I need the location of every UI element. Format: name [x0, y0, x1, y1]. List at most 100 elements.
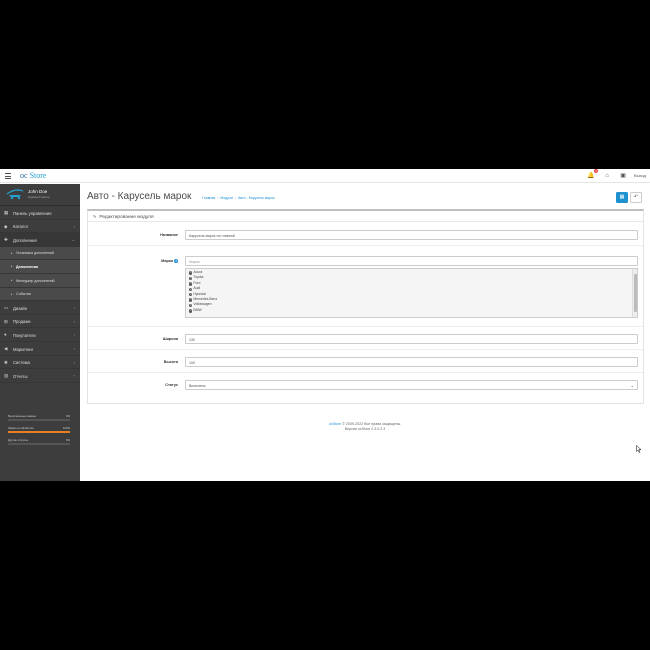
- stat-item: Другие статусы 0%: [7, 438, 71, 450]
- back-button[interactable]: ↶: [630, 192, 642, 203]
- stat-label: Заказы в обработке: [8, 426, 34, 430]
- name-label: Название: [160, 233, 178, 237]
- chevron-down-icon: ⌄: [630, 383, 634, 388]
- sidebar-item-8[interactable]: ▭ Дизайн ›: [0, 301, 80, 315]
- remove-icon[interactable]: ×: [189, 292, 193, 297]
- save-button[interactable]: ▦: [616, 192, 628, 203]
- bell-icon[interactable]: 🔔 1: [586, 169, 599, 181]
- remove-icon[interactable]: ×: [189, 271, 193, 275]
- progress-bar: [8, 431, 70, 433]
- logo-prefix: oc: [20, 171, 28, 180]
- sidebar-item-label: Каталог: [13, 224, 29, 230]
- progress-bar: [8, 419, 70, 421]
- remove-icon[interactable]: ×: [189, 298, 193, 302]
- chevron-icon: ›: [73, 305, 75, 311]
- height-row: Высота 100: [88, 351, 643, 373]
- progress-bar: [8, 443, 70, 445]
- sidebar-item-4[interactable]: ▸ Установка дополнений: [0, 246, 80, 261]
- sidebar-item-11[interactable]: ◀ Маркетинг ›: [0, 342, 80, 356]
- sidebar-item-label: Дополнения: [13, 237, 37, 243]
- remove-icon[interactable]: ×: [189, 303, 193, 308]
- cart-icon: ⊞: [4, 318, 8, 324]
- scrollbar-thumb[interactable]: [634, 274, 637, 312]
- sidebar-item-12[interactable]: ✱ Система ›: [0, 356, 80, 370]
- sidebar-item-label: Дополнения: [16, 264, 39, 269]
- footer-copyright: © 2009-2022 Все права защищены.: [341, 422, 402, 426]
- page-header: Авто - Карусель марок Главная › Модули ›…: [87, 190, 643, 208]
- monitor-icon: ▭: [4, 305, 9, 311]
- remove-icon[interactable]: ×: [189, 276, 193, 281]
- logo[interactable]: oc Store: [20, 171, 46, 180]
- chevron-icon: ›: [73, 332, 75, 338]
- brand-name: Volkswagen: [193, 302, 212, 307]
- height-input[interactable]: 100: [185, 357, 638, 367]
- height-label: Высота: [163, 360, 178, 364]
- status-select[interactable]: Включено ⌄: [185, 380, 638, 390]
- footer-link[interactable]: ocStore: [329, 422, 341, 426]
- sidebar-item-5[interactable]: ▸ Дополнения: [0, 260, 80, 274]
- remove-icon[interactable]: ×: [189, 309, 193, 313]
- edit-module-panel: ✎ Редактирование модуля Название Карусель…: [87, 209, 644, 404]
- user-profile[interactable]: John Doe Администратор: [0, 184, 80, 206]
- stat-item: Выполненные заказы 0%: [7, 414, 71, 426]
- sidebar-item-13[interactable]: ▥ Отчеты ›: [0, 369, 80, 383]
- breadcrumb: Главная › Модули › Авто - Карусель марок: [202, 196, 275, 200]
- sidebar-item-label: Менеджер дополнений: [16, 278, 55, 283]
- chevron-icon: ›: [73, 345, 75, 351]
- chevron-icon: ⌄: [71, 237, 75, 243]
- main-content: Авто - Карусель марок Главная › Модули ›…: [80, 184, 650, 481]
- remove-icon[interactable]: ×: [189, 287, 193, 291]
- brands-list: × Acura × Toyota × Ford × Audi × Hyundai × Mercedes…: [185, 268, 638, 318]
- chevron-icon: ›: [73, 223, 75, 229]
- breadcrumb-current[interactable]: Авто - Карусель марок: [238, 196, 275, 200]
- home-icon[interactable]: ⌂: [602, 171, 612, 181]
- name-input[interactable]: Карусель марок на главной: [185, 230, 638, 240]
- support-icon[interactable]: ▣: [618, 171, 628, 181]
- sidebar-item-1[interactable]: ▦ Панель управления: [0, 206, 80, 220]
- order-stats: Выполненные заказы 0% Заказы в обработке 10…: [7, 414, 71, 450]
- scrollbar[interactable]: [632, 269, 637, 317]
- progress-fill: [8, 431, 70, 433]
- width-input[interactable]: 130: [185, 334, 638, 344]
- sidebar-item-2[interactable]: ◆ Каталог ›: [0, 220, 80, 234]
- user-name: John Doe: [28, 189, 48, 194]
- sidebar-item-label: Дизайн: [13, 305, 28, 311]
- sidebar-item-7[interactable]: ▸ События: [0, 287, 80, 302]
- stat-value: 0%: [65, 438, 70, 442]
- help-icon[interactable]: ?: [174, 259, 178, 263]
- top-header: oc Store 🔔 1 ⌂ ▣ Выход: [0, 169, 650, 183]
- brand-name: Mercedes-Benz: [193, 296, 218, 301]
- stat-value: 0%: [65, 414, 70, 418]
- share-icon: ◀: [4, 345, 8, 351]
- footer: ocStore © 2009-2022 Все права защищены. …: [80, 422, 650, 432]
- brand-name: Audi: [193, 286, 201, 291]
- mouse-cursor-icon: [636, 445, 642, 453]
- logout-link[interactable]: Выход: [634, 171, 646, 181]
- sidebar-item-10[interactable]: ● Покупатели ›: [0, 328, 80, 342]
- panel-heading: ✎ Редактирование модуля: [88, 211, 643, 222]
- page-title: Авто - Карусель марок: [87, 191, 192, 202]
- brand-name: Acura: [193, 270, 203, 274]
- breadcrumb-home[interactable]: Главная: [202, 196, 215, 200]
- stat-label: Выполненные заказы: [8, 414, 36, 418]
- stat-item: Заказы в обработке 100%: [7, 426, 71, 438]
- avatar: [6, 189, 24, 200]
- sidebar-item-6[interactable]: ▸ Менеджер дополнений: [0, 273, 80, 288]
- width-label: Ширина: [162, 337, 178, 341]
- status-row: Статус Включено ⌄: [88, 374, 643, 396]
- sidebar-item-label: Продажи: [13, 319, 31, 325]
- sidebar-item-label: Отчеты: [13, 373, 28, 379]
- user-icon: ●: [4, 332, 7, 338]
- sidebar-item-label: События: [16, 292, 31, 297]
- menu-toggle-icon[interactable]: [5, 173, 11, 179]
- brand-name: Toyota: [193, 275, 204, 280]
- brands-autocomplete-input[interactable]: Марки: [185, 256, 638, 266]
- chart-icon: ▥: [4, 373, 9, 379]
- remove-icon[interactable]: ×: [189, 282, 193, 286]
- footer-version: Версия ocStore 2.3.0.2.3: [344, 427, 386, 431]
- chevron-icon: ›: [73, 373, 75, 379]
- sidebar-item-3[interactable]: ✚ Дополнения ⌄: [0, 233, 80, 247]
- sidebar-item-label: Покупатели: [13, 332, 36, 338]
- sidebar-item-9[interactable]: ⊞ Продажи ›: [0, 315, 80, 329]
- breadcrumb-modules[interactable]: Модули: [220, 196, 233, 200]
